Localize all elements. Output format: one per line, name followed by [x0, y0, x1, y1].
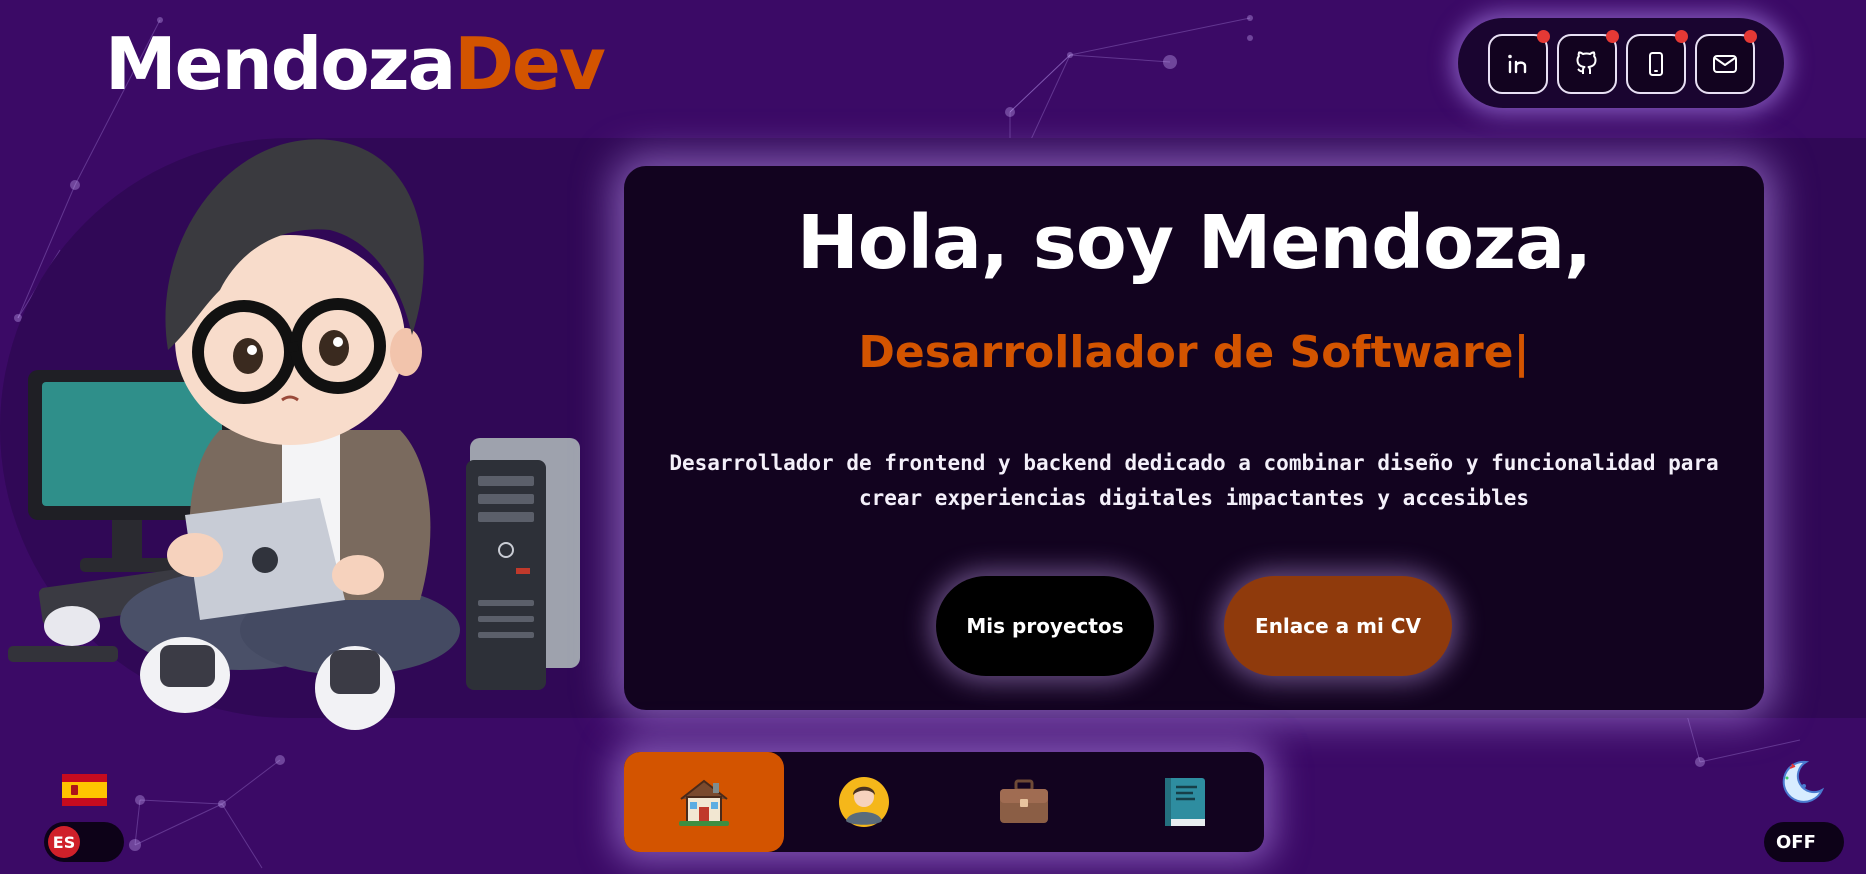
cv-link-button[interactable]: Enlace a mi CV — [1224, 576, 1452, 676]
brand-logo[interactable]: MendozaDev — [105, 22, 606, 106]
nav-item-home[interactable] — [624, 752, 784, 852]
linkedin-icon — [1508, 54, 1527, 74]
phone-button[interactable] — [1626, 30, 1688, 94]
language-code: ES — [48, 826, 80, 858]
nav-item-about[interactable] — [784, 752, 944, 852]
social-links-bar — [1458, 18, 1784, 108]
brand-logo-part1: Mendoza — [105, 22, 456, 106]
spain-flag-icon — [62, 774, 107, 806]
phone-icon — [1649, 52, 1663, 76]
notification-dot — [1675, 30, 1688, 43]
book-icon — [1165, 778, 1205, 826]
mail-icon — [1713, 55, 1737, 73]
hero-description: Desarrollador de frontend y backend dedi… — [669, 451, 1719, 510]
moon-icon — [1782, 760, 1825, 803]
theme-toggle[interactable]: OFF — [1764, 822, 1844, 862]
language-toggle[interactable]: ES — [44, 822, 124, 862]
bottom-nav — [624, 752, 1264, 852]
nav-item-blog[interactable] — [1104, 752, 1264, 852]
house-icon — [679, 779, 729, 826]
hero-role: Desarrollador de Software| — [858, 327, 1530, 378]
notification-dot — [1537, 30, 1550, 43]
user-avatar-icon — [839, 777, 889, 827]
email-button[interactable] — [1695, 30, 1757, 94]
linkedin-button[interactable] — [1488, 30, 1550, 94]
notification-dot — [1606, 30, 1619, 43]
developer-avatar-illustration — [8, 139, 580, 730]
brand-logo-part2: Dev — [454, 22, 606, 106]
projects-button[interactable]: Mis proyectos — [936, 576, 1154, 676]
github-button[interactable] — [1557, 30, 1619, 94]
briefcase-icon — [1000, 779, 1048, 823]
notification-dot — [1744, 30, 1757, 43]
github-icon — [1576, 51, 1597, 74]
hero-title: Hola, soy Mendoza, — [796, 200, 1592, 286]
hero-card: Hola, soy Mendoza, Desarrollador de Soft… — [624, 166, 1764, 710]
nav-item-portfolio[interactable] — [944, 752, 1104, 852]
